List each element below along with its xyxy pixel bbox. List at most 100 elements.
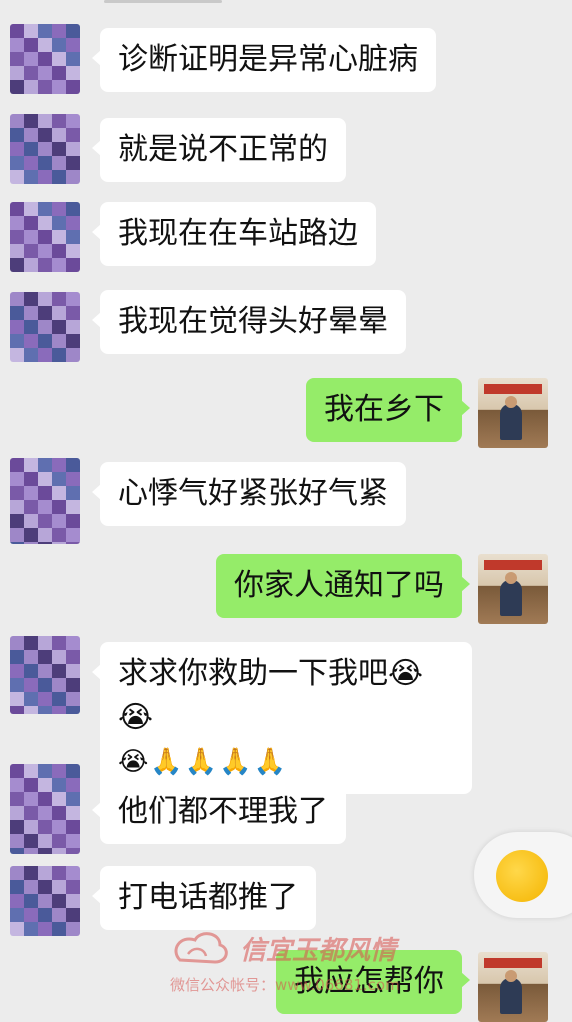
floating-window-button[interactable] (474, 832, 572, 918)
avatar-mosaic-cell (38, 216, 52, 230)
avatar-mosaic-cell (38, 114, 52, 128)
avatar-mosaic-cell (24, 80, 38, 94)
avatar-mosaic-cell (38, 156, 52, 170)
avatar-mosaic-cell (52, 258, 66, 272)
avatar-mosaic-cell (66, 908, 80, 922)
message-bubble-incoming[interactable]: 心悸气好紧张好气紧 (92, 462, 406, 526)
avatar-mosaic-cell (66, 764, 80, 778)
avatar-mosaic-cell (52, 244, 66, 258)
message-row: 求求你救助一下我吧😭😭 😭🙏🙏🙏🙏 (0, 636, 572, 794)
message-bubble-incoming[interactable]: 就是说不正常的 (92, 118, 346, 182)
message-bubble-incoming[interactable]: 他们都不理我了 (92, 780, 346, 844)
avatar-mosaic-cell (24, 764, 38, 778)
avatar-mosaic-cell (66, 706, 80, 714)
avatar-mosaic-cell (38, 664, 52, 678)
message-row: 我现在觉得头好晕晕 (0, 290, 572, 362)
avatar-mosaic-cell (52, 806, 66, 820)
avatar-mosaic-cell (38, 202, 52, 216)
avatar-mosaic-cell (38, 908, 52, 922)
message-bubble-incoming[interactable]: 诊断证明是异常心脏病 (92, 28, 436, 92)
avatar-mosaic-cell (52, 692, 66, 706)
avatar-mosaic-cell (10, 458, 24, 472)
message-bubble-incoming[interactable]: 打电话都推了 (92, 866, 316, 930)
avatar-mosaic-cell (66, 880, 80, 894)
contact-avatar[interactable] (10, 636, 80, 714)
avatar-mosaic-cell (10, 908, 24, 922)
avatar-mosaic-cell (10, 244, 24, 258)
avatar-mosaic-cell (66, 292, 80, 306)
avatar-mosaic-cell (10, 258, 24, 272)
avatar-mosaic-cell (38, 806, 52, 820)
avatar-mosaic-cell (38, 348, 52, 362)
avatar-mosaic-cell (66, 678, 80, 692)
avatar-mosaic-cell (66, 38, 80, 52)
avatar-mosaic-cell (52, 348, 66, 362)
avatar-mosaic-cell (52, 514, 66, 528)
avatar-mosaic-cell (38, 834, 52, 848)
avatar-mosaic-cell (24, 142, 38, 156)
avatar-mosaic-cell (10, 320, 24, 334)
avatar-mosaic-cell (10, 24, 24, 38)
avatar-mosaic-cell (52, 472, 66, 486)
avatar-mosaic-cell (52, 170, 66, 184)
avatar-mosaic-cell (10, 820, 24, 834)
avatar-mosaic-cell (10, 38, 24, 52)
avatar-mosaic-cell (52, 650, 66, 664)
avatar-mosaic-cell (38, 500, 52, 514)
avatar-mosaic-cell (10, 52, 24, 66)
message-bubble-outgoing[interactable]: 你家人通知了吗 (216, 554, 470, 618)
avatar-mosaic-cell (38, 458, 52, 472)
avatar-mosaic-cell (24, 880, 38, 894)
avatar-mosaic-cell (38, 820, 52, 834)
avatar-mosaic-cell (10, 128, 24, 142)
contact-avatar[interactable] (10, 458, 80, 544)
avatar-mosaic-cell (66, 692, 80, 706)
message-bubble-incoming[interactable]: 我现在觉得头好晕晕 (92, 290, 406, 354)
avatar-mosaic-cell (52, 114, 66, 128)
avatar-mosaic-cell (52, 230, 66, 244)
avatar-photo-head (505, 572, 517, 584)
avatar-mosaic-cell (24, 664, 38, 678)
contact-avatar[interactable] (10, 292, 80, 362)
avatar-mosaic-cell (38, 778, 52, 792)
avatar-photo-head (505, 396, 517, 408)
avatar-mosaic-cell (52, 202, 66, 216)
message-bubble-outgoing[interactable]: 我应怎帮你 (276, 950, 470, 1014)
avatar-mosaic-cell (38, 880, 52, 894)
avatar-mosaic-cell (10, 764, 24, 778)
avatar-mosaic-cell (38, 52, 52, 66)
avatar-mosaic-cell (10, 778, 24, 792)
avatar-mosaic-cell (10, 834, 24, 848)
avatar-mosaic-cell (66, 320, 80, 334)
avatar-photo-person (500, 978, 522, 1014)
message-bubble-incoming[interactable]: 我现在在车站路边 (92, 202, 376, 266)
avatar-mosaic-cell (52, 306, 66, 320)
message-bubble-outgoing[interactable]: 我在乡下 (306, 378, 470, 442)
contact-avatar[interactable] (10, 866, 80, 936)
self-avatar[interactable] (478, 952, 548, 1022)
avatar-mosaic-cell (52, 678, 66, 692)
avatar-mosaic-cell (66, 52, 80, 66)
avatar-mosaic-cell (66, 542, 80, 544)
avatar-mosaic-cell (24, 542, 38, 544)
self-avatar[interactable] (478, 378, 548, 448)
message-row: 我现在在车站路边 (0, 202, 572, 272)
avatar-mosaic-cell (52, 542, 66, 544)
avatar-mosaic-cell (24, 170, 38, 184)
avatar-mosaic-cell (38, 678, 52, 692)
contact-avatar[interactable] (10, 114, 80, 184)
avatar-mosaic-cell (10, 528, 24, 542)
avatar-mosaic-cell (66, 472, 80, 486)
self-avatar[interactable] (478, 554, 548, 624)
avatar-mosaic-cell (24, 244, 38, 258)
contact-avatar[interactable] (10, 764, 80, 854)
avatar-mosaic-cell (24, 320, 38, 334)
contact-avatar[interactable] (10, 24, 80, 94)
contact-avatar[interactable] (10, 202, 80, 272)
avatar-mosaic-cell (24, 38, 38, 52)
avatar-mosaic-cell (52, 334, 66, 348)
avatar-mosaic-cell (52, 866, 66, 880)
avatar-mosaic-cell (24, 348, 38, 362)
avatar-mosaic-cell (66, 128, 80, 142)
avatar-mosaic-cell (52, 706, 66, 714)
